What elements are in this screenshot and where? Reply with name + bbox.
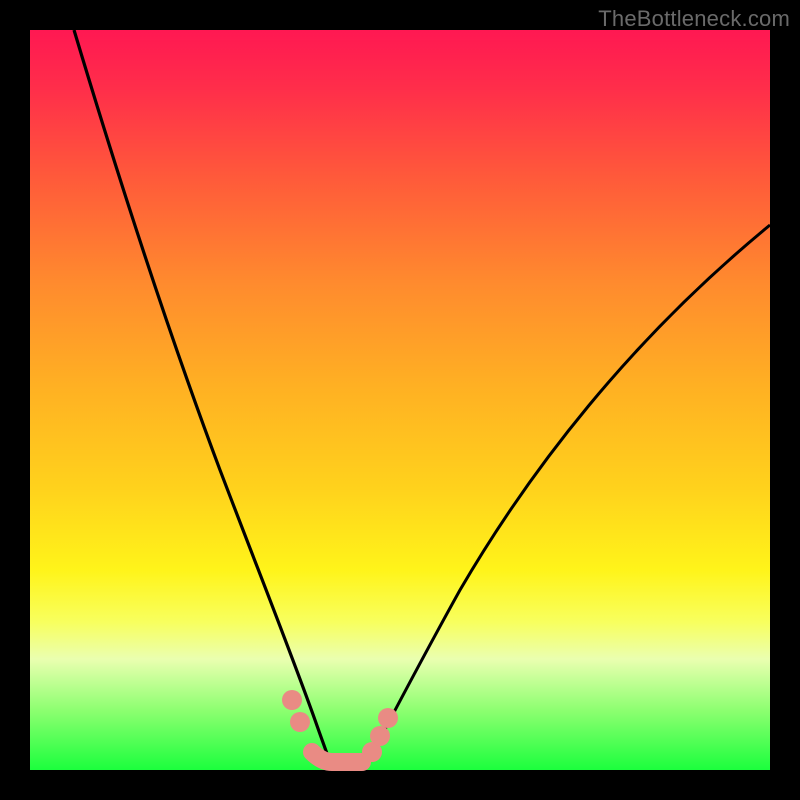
marker-dot [370,726,390,746]
watermark-text: TheBottleneck.com [598,6,790,32]
chart-svg [30,30,770,770]
plot-area [30,30,770,770]
valley-connector [312,752,362,762]
marker-dot [282,690,302,710]
right-curve [364,225,770,768]
left-curve [74,30,332,768]
marker-dot [378,708,398,728]
marker-dot [290,712,310,732]
chart-frame: TheBottleneck.com [0,0,800,800]
